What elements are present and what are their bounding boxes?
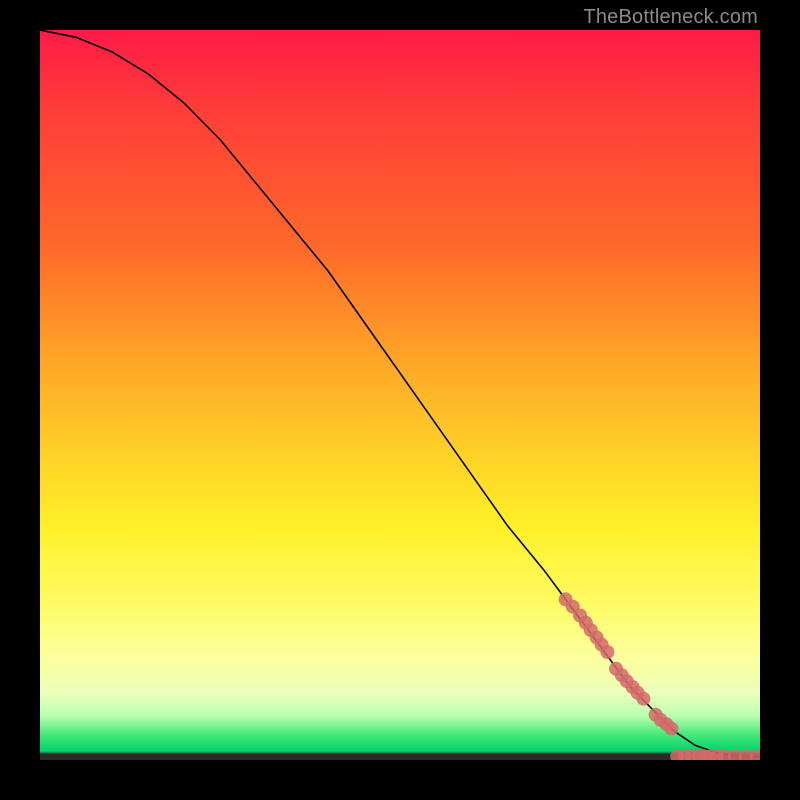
marker-cluster-b [620, 674, 634, 688]
marker-cluster-c [664, 722, 678, 736]
marker-cluster-a [559, 592, 573, 606]
attribution-label: TheBottleneck.com [583, 6, 758, 29]
marker-cluster-a [573, 609, 587, 623]
marker-cluster-d [692, 749, 706, 760]
marker-cluster-a [595, 638, 609, 652]
marker-cluster-c [654, 713, 668, 727]
chart-overlay [40, 30, 760, 760]
marker-cluster-d [677, 749, 691, 760]
marker-cluster-d [698, 749, 712, 760]
marker-cluster-a [600, 645, 614, 659]
marker-cluster-d [717, 749, 731, 760]
bottleneck-curve [40, 30, 760, 756]
marker-cluster-b [609, 662, 623, 676]
marker-cluster-a [579, 616, 593, 630]
scatter-markers [559, 592, 760, 760]
marker-cluster-d [728, 749, 742, 760]
marker-cluster-a [566, 600, 580, 614]
marker-cluster-d [739, 749, 753, 760]
marker-cluster-b [615, 668, 629, 682]
marker-cluster-d [703, 749, 717, 760]
marker-cluster-c [659, 717, 673, 731]
marker-cluster-d [749, 749, 760, 760]
marker-cluster-d [685, 749, 699, 760]
marker-cluster-b [631, 686, 645, 700]
plot-area [40, 30, 760, 760]
chart-canvas: TheBottleneck.com [0, 0, 800, 800]
marker-cluster-b [626, 680, 640, 694]
marker-cluster-b [636, 692, 650, 706]
marker-cluster-c [649, 708, 663, 722]
marker-cluster-a [590, 630, 604, 644]
marker-cluster-a [584, 623, 598, 637]
marker-cluster-d [710, 749, 724, 760]
marker-cluster-d [670, 749, 684, 760]
